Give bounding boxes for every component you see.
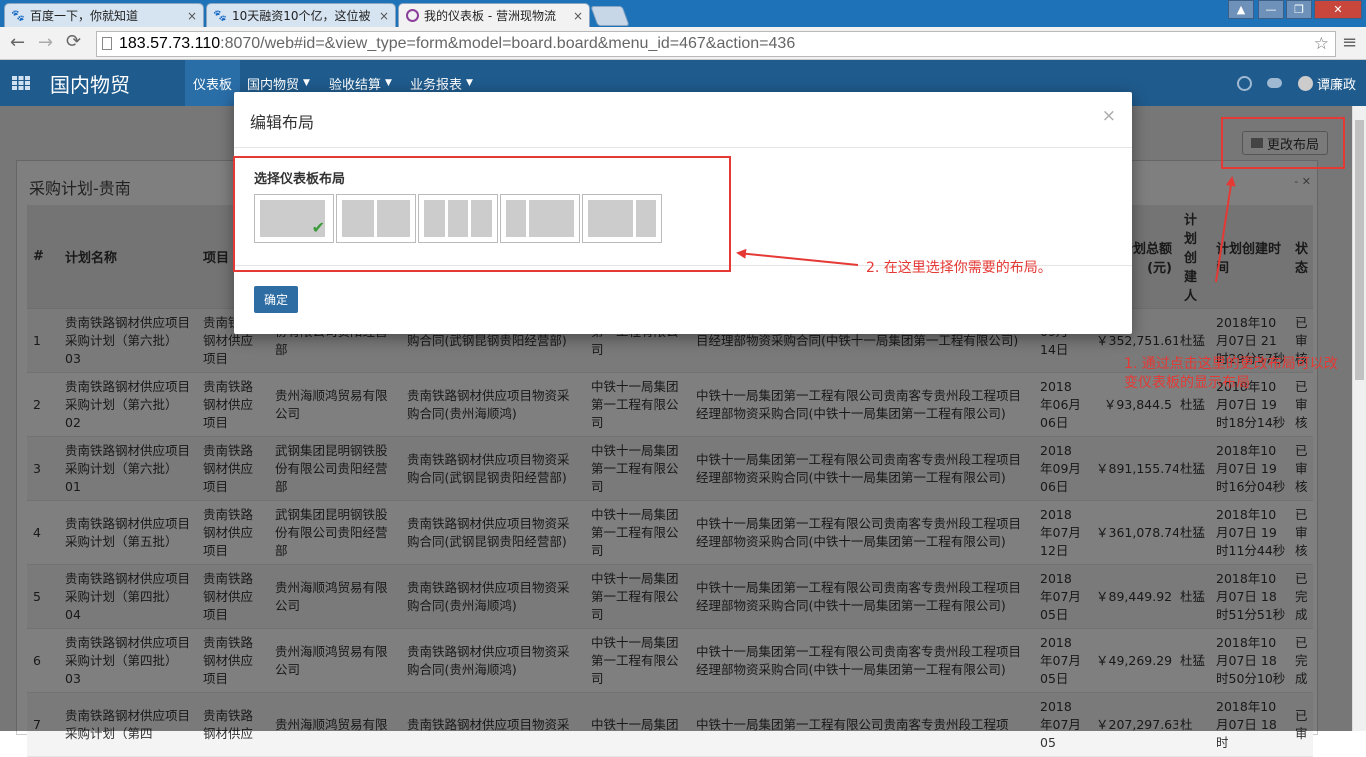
- caret-down-icon: ▼: [385, 78, 392, 88]
- avatar: [1298, 76, 1313, 91]
- caret-down-icon: ▼: [466, 78, 473, 88]
- chat-icon[interactable]: [1267, 78, 1282, 88]
- close-icon[interactable]: ×: [187, 9, 197, 23]
- new-tab-button[interactable]: [590, 6, 630, 26]
- tab-title: 百度一下，你就知道: [30, 9, 139, 23]
- browser-tab-2[interactable]: 🐾 10天融资10个亿，这位被 ×: [206, 3, 396, 27]
- apps-grid-icon[interactable]: [12, 76, 30, 94]
- forward-arrow-icon[interactable]: →: [38, 32, 53, 53]
- clock-icon[interactable]: [1237, 76, 1252, 91]
- user-profile-icon[interactable]: ▲: [1228, 0, 1254, 19]
- reload-icon[interactable]: ⟳: [66, 31, 81, 52]
- url-host: 183.57.73.110: [119, 35, 221, 52]
- page-icon: [102, 37, 112, 50]
- close-icon[interactable]: ×: [1102, 106, 1116, 126]
- close-icon[interactable]: ×: [379, 9, 389, 23]
- minimize-button[interactable]: —: [1258, 0, 1284, 19]
- menu-label: 仪表板: [193, 77, 233, 93]
- annotation-step2: 2. 在这里选择你需要的布局。: [866, 260, 1052, 276]
- scrollbar[interactable]: [1352, 106, 1366, 731]
- bookmark-star-icon[interactable]: ☆: [1314, 34, 1329, 54]
- app-title: 国内物贸: [50, 73, 130, 97]
- tab-title: 10天融资10个亿，这位被: [232, 9, 371, 23]
- odoo-ring-icon: [405, 9, 419, 23]
- address-bar[interactable]: 183.57.73.110:8070/web#id=&view_type=for…: [96, 31, 1336, 57]
- confirm-button[interactable]: 确定: [254, 286, 298, 313]
- baidu-paw-icon: 🐾: [11, 9, 25, 22]
- menu-label: 验收结算: [329, 77, 382, 93]
- annotation-step1: 1. 通过点击这里的更改布局可以改变仪表板的显示布局: [1124, 356, 1338, 391]
- baidu-paw-icon: 🐾: [213, 9, 227, 22]
- menu-label: 国内物贸: [247, 77, 300, 93]
- browser-tab-bar: 🐾 百度一下，你就知道 × 🐾 10天融资10个亿，这位被 × 我的仪表板 - …: [0, 0, 1366, 27]
- user-name: 谭廉政: [1317, 78, 1357, 93]
- annotation-box-layout-options: [233, 156, 731, 272]
- browser-tab-3[interactable]: 我的仪表板 - 营洲现物流 ×: [398, 3, 590, 27]
- tab-title: 我的仪表板 - 营洲现物流: [424, 9, 556, 23]
- user-menu[interactable]: 谭廉政: [1298, 74, 1356, 93]
- window-close-button[interactable]: ✕: [1314, 0, 1362, 19]
- annotation-box-change-layout: [1221, 117, 1345, 169]
- menu-hamburger-icon[interactable]: ≡: [1342, 32, 1357, 53]
- scrollbar-thumb[interactable]: [1355, 120, 1364, 380]
- menu-label: 业务报表: [410, 77, 463, 93]
- dialog-title: 编辑布局: [250, 113, 315, 132]
- menu-dashboard[interactable]: 仪表板: [185, 60, 241, 106]
- close-icon[interactable]: ×: [573, 9, 583, 23]
- divider: [234, 147, 1132, 148]
- caret-down-icon: ▼: [303, 78, 310, 88]
- maximize-button[interactable]: ❐: [1286, 0, 1312, 19]
- url-path: :8070/web#id=&view_type=form&model=board…: [220, 35, 796, 52]
- browser-tab-1[interactable]: 🐾 百度一下，你就知道 ×: [4, 3, 204, 27]
- back-arrow-icon[interactable]: ←: [10, 32, 25, 53]
